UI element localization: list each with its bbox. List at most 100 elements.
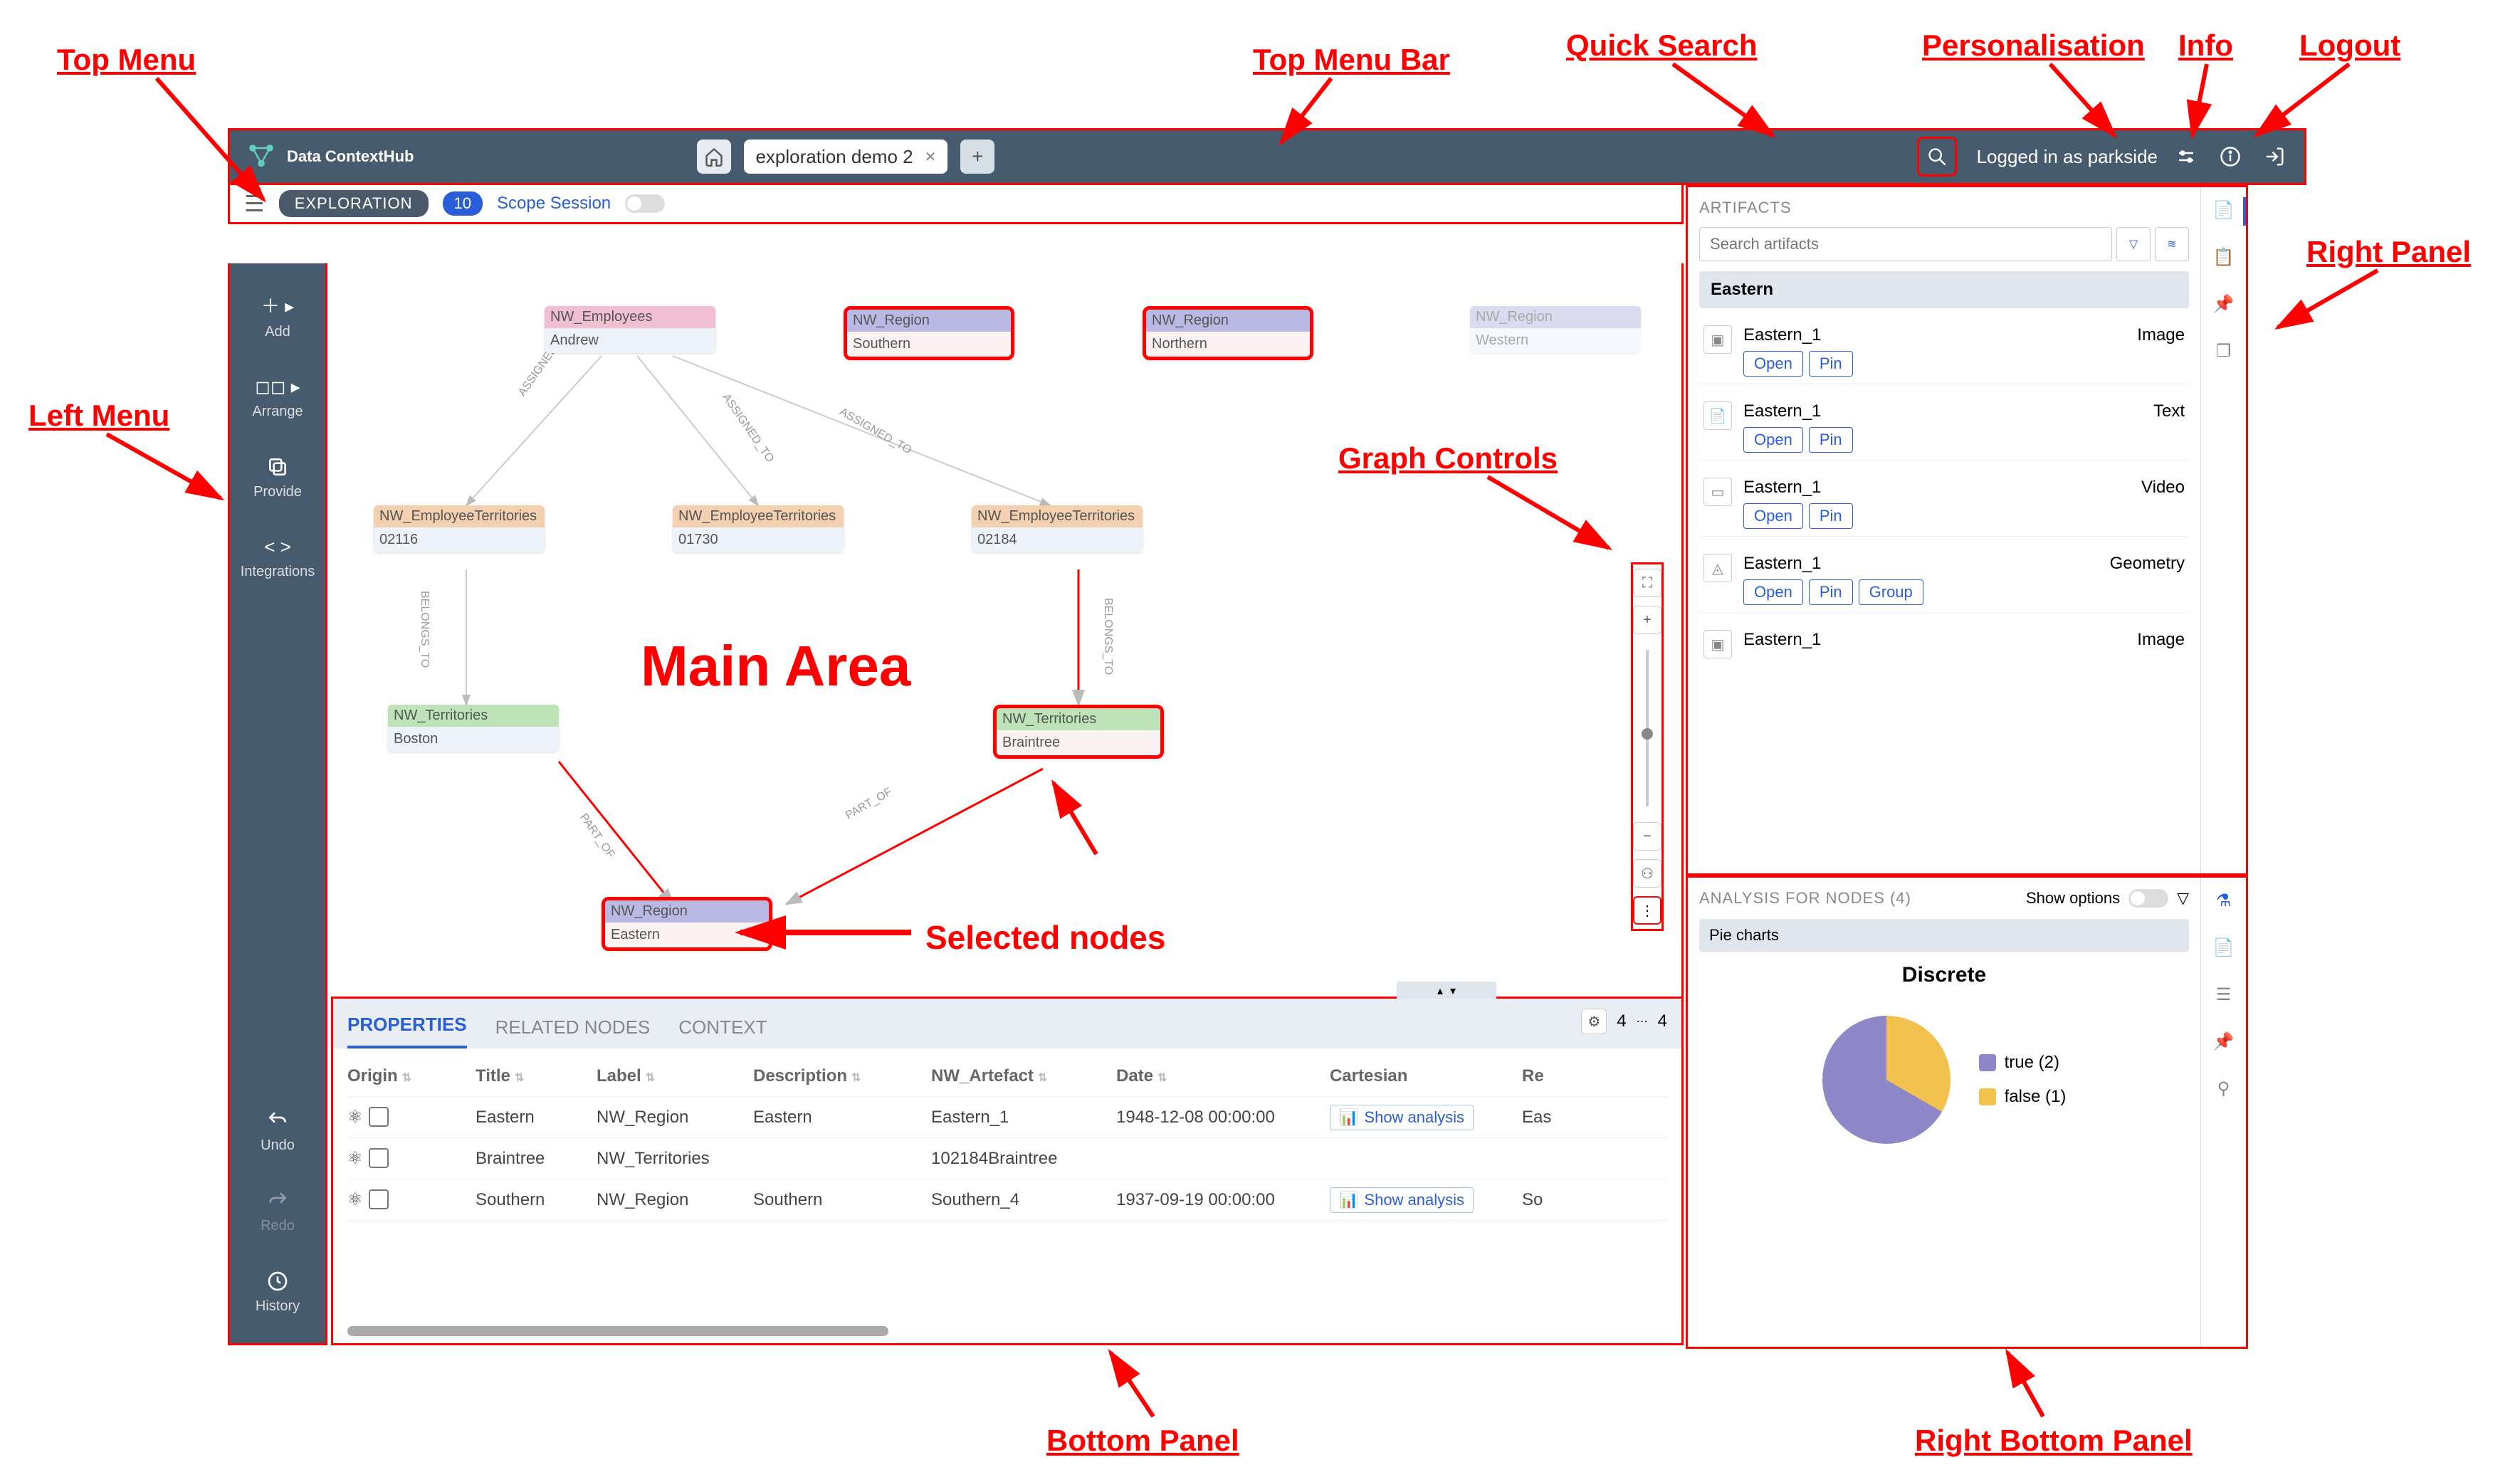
left-menu-arrange[interactable]: ◻◻ ▸ Arrange [252, 376, 303, 420]
network-logo-icon [244, 140, 278, 174]
graph-node-region-eastern[interactable]: NW_Region Eastern [602, 897, 772, 951]
zoom-slider[interactable] [1646, 650, 1649, 806]
open-button[interactable]: Open [1743, 503, 1803, 529]
th-date[interactable]: Date⇅ [1116, 1066, 1330, 1086]
graph-node-et2[interactable]: NW_EmployeeTerritories 01730 [673, 505, 844, 552]
graph-node-et1[interactable]: NW_EmployeeTerritories 02116 [374, 505, 545, 552]
left-menu-integrations[interactable]: < > Integrations [241, 536, 315, 580]
left-menu-undo[interactable]: Undo [261, 1109, 295, 1154]
open-button[interactable]: Open [1743, 351, 1803, 377]
th-artefact[interactable]: NW_Artefact⇅ [931, 1066, 1116, 1086]
scope-session-link[interactable]: Scope Session [497, 194, 611, 214]
tab-related-nodes[interactable]: RELATED NODES [495, 1006, 651, 1048]
zoom-out-button[interactable]: − [1633, 822, 1661, 851]
cell-date: 1948-12-08 00:00:00 [1116, 1108, 1330, 1127]
side-tab-document[interactable]: 📄 [2211, 935, 2237, 960]
filter-button[interactable]: ▽ [2116, 227, 2151, 261]
side-tab-list[interactable]: ☰ [2211, 982, 2237, 1007]
node-value: Braintree [997, 730, 1160, 755]
side-tab-clipboard[interactable]: 📋 [2211, 244, 2237, 270]
table-row[interactable]: ⚛ Eastern NW_Region Eastern Eastern_1 19… [347, 1097, 1667, 1138]
layers-button[interactable]: ≋ [2155, 227, 2189, 261]
graph-node-et3[interactable]: NW_EmployeeTerritories 02184 [972, 505, 1143, 552]
table-row[interactable]: ⚛ Southern NW_Region Southern Southern_4… [347, 1179, 1667, 1221]
side-tab-pin[interactable]: 📌 [2211, 1029, 2237, 1054]
annotation-personalisation: Personalisation [1922, 28, 2145, 63]
filter-icon[interactable]: ▽ [2177, 889, 2189, 908]
left-menu-provide[interactable]: Provide [253, 456, 302, 500]
artifact-item[interactable]: ▣ Eastern_1Image OpenPin [1699, 318, 2189, 384]
home-button[interactable] [697, 140, 731, 174]
pin-button[interactable]: Pin [1809, 503, 1853, 529]
tab-properties[interactable]: PROPERTIES [347, 1004, 467, 1048]
hamburger-button[interactable]: ☰ [244, 190, 265, 217]
th-title[interactable]: Title⇅ [476, 1066, 597, 1086]
scope-toggle[interactable] [625, 194, 665, 213]
th-label[interactable]: Label⇅ [597, 1066, 753, 1086]
artifact-item[interactable]: ◬ Eastern_1Geometry OpenPinGroup [1699, 547, 2189, 613]
show-analysis-button[interactable]: 📊Show analysis [1330, 1105, 1474, 1130]
left-menu-add[interactable]: ＋ ▸ Add [261, 292, 294, 340]
th-description[interactable]: Description⇅ [753, 1066, 931, 1086]
show-analysis-button[interactable]: 📊Show analysis [1330, 1187, 1474, 1213]
artifact-item[interactable]: 📄 Eastern_1Text OpenPin [1699, 394, 2189, 461]
artifact-group-header[interactable]: Eastern [1699, 271, 2189, 308]
graph-node-employee[interactable]: NW_Employees Andrew [545, 306, 715, 353]
personalisation-button[interactable] [2170, 141, 2202, 172]
graph-node-region-western[interactable]: NW_Region Western [1470, 306, 1641, 353]
side-tab-share[interactable]: ⚲ [2211, 1076, 2237, 1101]
pin-button[interactable]: Pin [1809, 579, 1853, 605]
artifact-item[interactable]: ▭ Eastern_1Video OpenPin [1699, 470, 2189, 537]
graph-node-territory-braintree[interactable]: NW_Territories Braintree [993, 705, 1164, 759]
main-graph-area[interactable]: ASSIGNED_TO ASSIGNED_TO ASSIGNED_TO BELO… [331, 263, 1684, 997]
graph-icon: ⚛ [347, 1148, 363, 1169]
cell-title: Braintree [476, 1149, 597, 1169]
quick-search-button[interactable] [1917, 137, 1957, 177]
side-tab-analysis[interactable]: ⚗ [2211, 888, 2237, 913]
side-tab-copy[interactable]: ❐ [2211, 338, 2237, 364]
artifact-type: Image [2137, 630, 2185, 650]
th-origin[interactable]: Origin⇅ [347, 1066, 476, 1086]
table-row[interactable]: ⚛ Braintree NW_Territories 102184Braintr… [347, 1138, 1667, 1179]
artifact-item[interactable]: ▣ Eastern_1Image [1699, 623, 2189, 666]
horizontal-scrollbar[interactable] [347, 1326, 888, 1336]
logout-button[interactable] [2259, 141, 2290, 172]
zoom-in-button[interactable]: + [1633, 606, 1661, 634]
show-options-toggle[interactable] [2128, 889, 2168, 908]
bottom-panel: ▴▾ PROPERTIES RELATED NODES CONTEXT ⚙ 4 … [331, 997, 1684, 1345]
fit-screen-button[interactable]: ⛶ [1633, 569, 1661, 597]
clipboard-icon: 📋 [2213, 247, 2235, 268]
settings-button[interactable]: ⚙ [1581, 1009, 1607, 1034]
pin-button[interactable]: Pin [1809, 351, 1853, 377]
left-menu-label: Integrations [241, 564, 315, 580]
more-options-button[interactable]: ⋮ [1633, 896, 1661, 925]
hierarchy-icon: ⚇ [1641, 865, 1654, 883]
node-value: Andrew [545, 328, 715, 353]
info-button[interactable] [2215, 141, 2246, 172]
artifact-type: Image [2137, 325, 2185, 345]
document-tab[interactable]: exploration demo 2 ✕ [744, 140, 947, 174]
side-tab-pin[interactable]: 📌 [2211, 291, 2237, 317]
graph-node-region-northern[interactable]: NW_Region Northern [1143, 306, 1313, 360]
node-value: Northern [1146, 332, 1310, 357]
close-icon[interactable]: ✕ [925, 148, 937, 166]
artifacts-search-input[interactable] [1699, 227, 2112, 261]
left-menu-history[interactable]: History [256, 1270, 300, 1315]
open-button[interactable]: Open [1743, 427, 1803, 453]
artifact-name: Eastern_1 [1743, 325, 1821, 345]
graph-node-region-southern[interactable]: NW_Region Southern [844, 306, 1014, 360]
open-button[interactable]: Open [1743, 579, 1803, 605]
panel-collapse-handle[interactable]: ▴▾ [1397, 982, 1496, 1000]
pin-button[interactable]: Pin [1809, 427, 1853, 453]
fullscreen-icon: ⛶ [1642, 575, 1652, 592]
properties-table: Origin⇅ Title⇅ Label⇅ Description⇅ NW_Ar… [333, 1048, 1681, 1228]
tab-context[interactable]: CONTEXT [678, 1006, 767, 1048]
graph-node-territory-boston[interactable]: NW_Territories Boston [388, 705, 559, 752]
layout-button[interactable]: ⚇ [1633, 859, 1661, 888]
annotation-right-bottom-panel: Right Bottom Panel [1915, 1424, 2193, 1458]
node-type: NW_EmployeeTerritories [374, 505, 545, 527]
side-tab-document[interactable]: 📄 [2211, 197, 2237, 223]
left-menu-redo[interactable]: Redo [261, 1189, 295, 1234]
add-tab-button[interactable]: + [960, 140, 994, 174]
group-button[interactable]: Group [1859, 579, 1923, 605]
